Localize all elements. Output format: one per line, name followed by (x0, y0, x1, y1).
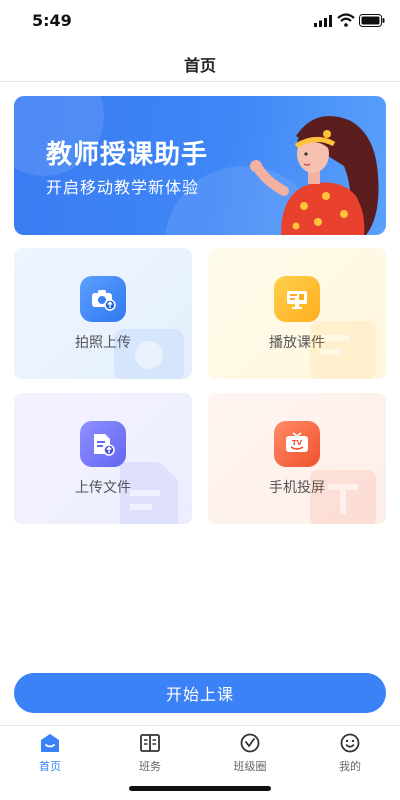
book-icon (140, 734, 160, 752)
status-time: 5:49 (32, 11, 72, 30)
teacher-assistant-banner[interactable]: 教师授课助手 开启移动教学新体验 (14, 96, 386, 235)
tab-label: 班务 (139, 760, 161, 773)
tab-class-circle[interactable]: 班级圈 (200, 732, 300, 774)
battery-icon (359, 14, 385, 27)
camera-watermark-icon (114, 329, 184, 379)
tab-label: 首页 (39, 760, 61, 773)
phone-cast-tile[interactable]: TV 手机投屏 (208, 393, 386, 524)
tab-mine[interactable]: 我的 (300, 732, 400, 774)
page-title: 首页 (183, 56, 216, 75)
nav-bar: 首页 (0, 44, 400, 82)
file-watermark-icon (120, 462, 178, 524)
tv-watermark-icon (310, 470, 376, 524)
photo-upload-tile[interactable]: 拍照上传 (14, 248, 192, 379)
smiley-icon (340, 733, 360, 753)
teacher-illustration (250, 116, 379, 235)
home-icon (41, 734, 59, 752)
banner-subtitle: 开启移动教学新体验 (46, 178, 200, 197)
tab-class-affairs[interactable]: 班务 (100, 732, 200, 774)
home-indicator (129, 786, 271, 791)
banner-title: 教师授课助手 (46, 140, 209, 170)
start-class-button[interactable]: 开始上课 (14, 673, 386, 713)
tab-label: 我的 (339, 760, 361, 773)
status-bar: 5:49 (0, 0, 400, 44)
tab-label: 班级圈 (233, 760, 267, 773)
play-courseware-tile[interactable]: 播放课件 (208, 248, 386, 379)
svg-text:TV: TV (292, 439, 303, 447)
wifi-icon (337, 13, 355, 27)
tab-home[interactable]: 首页 (0, 732, 100, 774)
signal-icon (314, 15, 332, 27)
home-screen: 5:49 首页 教师授课助手 开启移动教学新体验 拍照上传 播放课件 上传文件 … (0, 0, 400, 800)
circle-check-icon (240, 733, 260, 753)
courseware-watermark-icon (310, 321, 376, 379)
file-upload-tile[interactable]: 上传文件 (14, 393, 192, 524)
